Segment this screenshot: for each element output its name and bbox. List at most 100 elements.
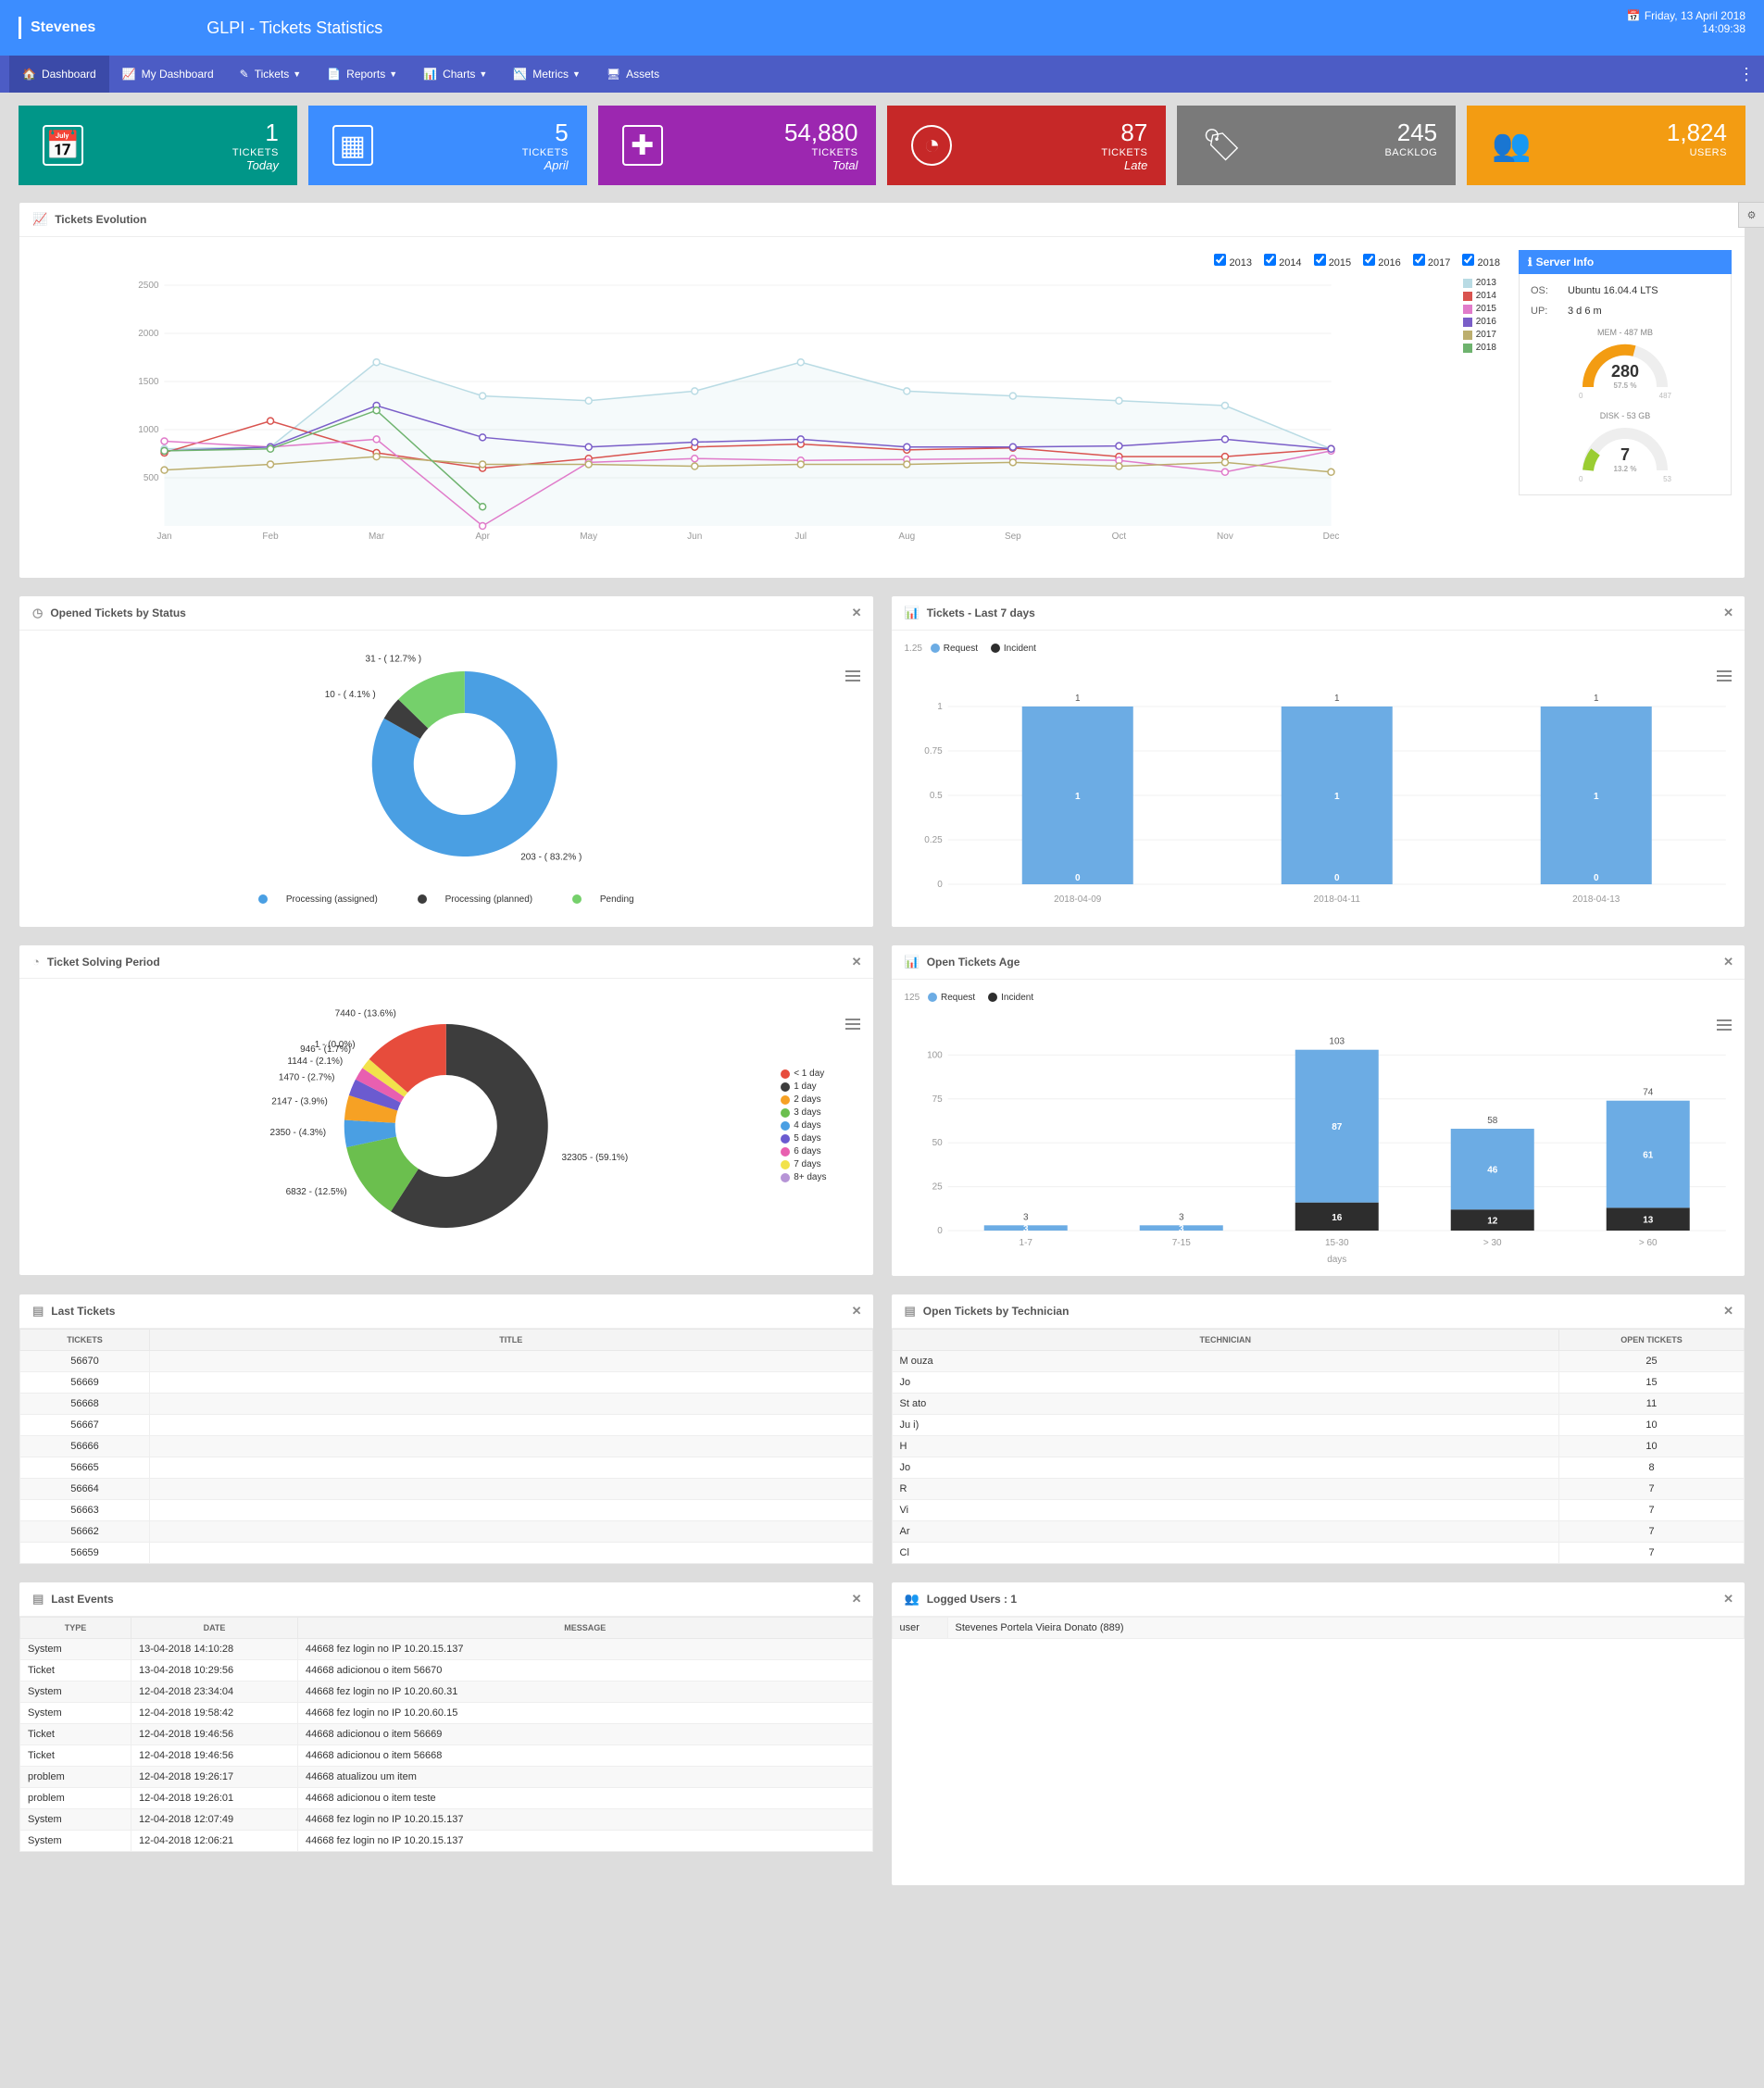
area-chart-icon: 📈 [122,68,136,81]
stat-card-month[interactable]: ▦ 5 TICKETS April [308,106,587,185]
close-icon[interactable]: ✕ [852,606,862,620]
svg-text:Oct: Oct [1112,531,1127,542]
stat-card-backlog[interactable]: 🏷 245 BACKLOG [1177,106,1456,185]
svg-text:1500: 1500 [138,377,159,387]
svg-text:2018-04-11: 2018-04-11 [1313,894,1360,905]
svg-text:Jun: Jun [687,531,702,542]
svg-text:Nov: Nov [1217,531,1233,542]
svg-text:3: 3 [1022,1212,1028,1222]
svg-text:2018-04-09: 2018-04-09 [1054,894,1102,905]
chart-menu-icon[interactable] [845,1016,860,1032]
panel-title: Ticket Solving Period [47,956,160,969]
svg-text:12: 12 [1487,1217,1498,1227]
svg-text:0: 0 [1074,873,1080,883]
svg-text:100: 100 [927,1050,943,1060]
nav-more-icon[interactable]: ⋮ [1738,65,1755,84]
svg-text:2018-04-13: 2018-04-13 [1572,894,1620,905]
svg-text:3: 3 [1178,1224,1183,1234]
value-os: Ubuntu 16.04.4 LTS [1568,285,1658,296]
svg-text:0: 0 [1593,873,1598,883]
pie-chart-icon: ◔ [32,955,40,969]
col-date: Date [131,1618,298,1639]
table-icon: ▤ [32,1592,44,1607]
monitor-icon: 🖥 [607,68,620,81]
panel-open-tickets-age: 📊 Open Tickets Age ✕ 125 Request Inciden… [891,944,1746,1277]
svg-text:74: 74 [1643,1088,1654,1098]
close-icon[interactable]: ✕ [1723,1304,1733,1319]
calendar-icon: 📅 [1627,9,1641,22]
svg-text:16: 16 [1332,1213,1343,1223]
nav-my-dashboard[interactable]: 📈My Dashboard [109,56,227,93]
col-tickets: Tickets [20,1330,150,1351]
svg-text:2000: 2000 [138,329,159,339]
panel-last-tickets: ▤ Last Tickets ✕ Tickets Title 56670 566… [19,1294,874,1565]
close-icon[interactable]: ✕ [852,955,862,969]
stat-card-total[interactable]: ✚ 54,880 TICKETS Total [598,106,877,185]
close-icon[interactable]: ✕ [852,1592,862,1607]
svg-text:61: 61 [1643,1151,1654,1161]
nav-assets[interactable]: 🖥Assets [594,56,672,93]
svg-text:1144 - (2.1%): 1144 - (2.1%) [287,1057,343,1067]
brand-name: Stevenes [31,19,95,36]
stat-label: USERS [1667,147,1727,158]
year-check-2015[interactable]: 2015 [1314,257,1352,269]
svg-text:32305 - (59.1%): 32305 - (59.1%) [561,1153,628,1163]
panel-last-7-days: 📊 Tickets - Last 7 days ✕ 1.25 Request I… [891,595,1746,928]
evolution-legend: 2013 2014 2015 2016 2017 2018 [1463,278,1496,356]
stat-card-late[interactable]: ◔ 87 TICKETS Late [887,106,1166,185]
year-check-2014[interactable]: 2014 [1264,257,1302,269]
close-icon[interactable]: ✕ [1723,1592,1733,1607]
nav-metrics[interactable]: 📉Metrics▼ [500,56,594,93]
svg-text:Dec: Dec [1323,531,1340,542]
close-icon[interactable]: ✕ [1723,606,1733,620]
chart-menu-icon[interactable] [1717,668,1732,684]
caret-down-icon: ▼ [293,69,301,79]
table-icon: ▤ [32,1304,44,1319]
stat-label: TICKETS [232,147,279,158]
svg-text:46: 46 [1487,1166,1498,1176]
stat-number: 245 [1384,119,1437,147]
stat-sublabel: Today [232,158,279,172]
svg-text:1000: 1000 [138,425,159,435]
line-chart-icon: 📉 [513,68,527,81]
svg-text:0.75: 0.75 [924,746,943,756]
stat-card-today[interactable]: 📅 1 TICKETS Today [19,106,297,185]
svg-text:1: 1 [1333,694,1339,704]
tag-icon: 🏷 [1195,119,1247,171]
gauge-value: 7 [1620,445,1630,464]
year-check-2018[interactable]: 2018 [1462,257,1500,269]
year-check-2013[interactable]: 2013 [1214,257,1252,269]
chart-menu-icon[interactable] [845,668,860,684]
svg-text:Feb: Feb [262,531,279,542]
svg-text:Apr: Apr [475,531,490,542]
svg-text:May: May [580,531,597,542]
close-icon[interactable]: ✕ [852,1304,862,1319]
stat-label: TICKETS [784,147,858,158]
area-chart-icon: 📈 [32,212,47,227]
settings-tab-gear-icon[interactable]: ⚙ [1738,202,1764,228]
year-check-2017[interactable]: 2017 [1413,257,1451,269]
stat-card-users[interactable]: 👥 1,824 USERS [1467,106,1745,185]
close-icon[interactable]: ✕ [1723,955,1733,969]
nav-reports[interactable]: 📄Reports▼ [314,56,410,93]
svg-text:Sep: Sep [1005,531,1021,542]
panel-solving-period: ◔ Ticket Solving Period ✕ 32305 - (59.1%… [19,944,874,1276]
svg-text:3: 3 [1022,1224,1028,1234]
gauge-value: 280 [1611,362,1639,381]
svg-text:1-7: 1-7 [1019,1238,1032,1248]
svg-text:2147 - (3.9%): 2147 - (3.9%) [271,1096,328,1107]
info-icon: ℹ [1528,256,1533,269]
panel-title: Last Tickets [51,1305,115,1318]
panel-tickets-evolution: 📈 Tickets Evolution 2013 2014 2015 2016 … [19,202,1745,579]
status-donut-chart: 203 - ( 83.2% )10 - ( 4.1% )31 - ( 12.7%… [32,644,860,884]
logged-user-name: Stevenes Portela Vieira Donato (889) [947,1618,1745,1639]
nav-dashboard[interactable]: 🏠Dashboard [9,56,109,93]
year-check-2016[interactable]: 2016 [1363,257,1401,269]
chart-menu-icon[interactable] [1717,1017,1732,1033]
table-icon: ▤ [905,1304,916,1319]
status-legend: Processing (assigned) Processing (planne… [32,894,860,905]
edit-icon: ✎ [240,68,249,81]
dashboard-icon: 🏠 [22,68,36,81]
nav-charts[interactable]: 📊Charts▼ [410,56,500,93]
nav-tickets[interactable]: ✎Tickets▼ [227,56,315,93]
